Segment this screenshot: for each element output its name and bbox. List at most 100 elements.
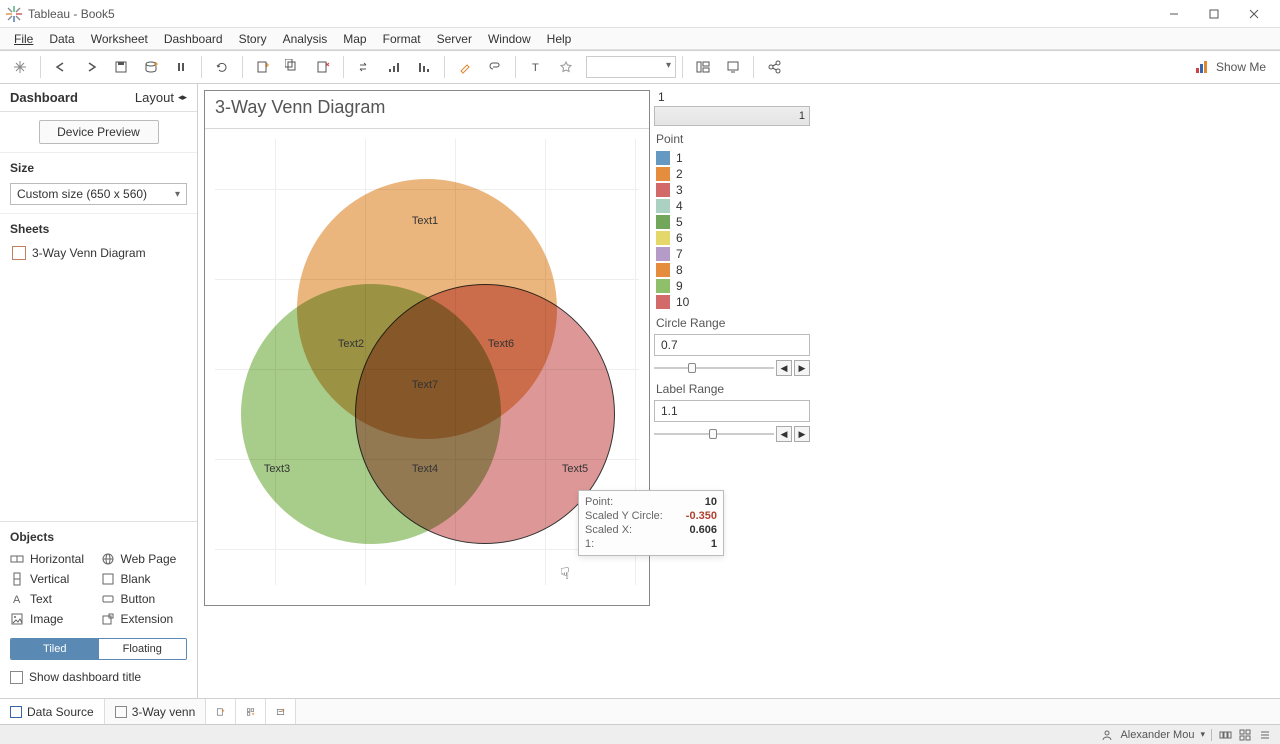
tableau-home-icon[interactable] <box>6 53 34 81</box>
floating-segment[interactable]: Floating <box>99 639 187 659</box>
menu-data[interactable]: Data <box>41 29 82 49</box>
legend-item[interactable]: 6 <box>654 230 810 246</box>
objects-label: Objects <box>0 522 197 548</box>
tooltip: Point:10Scaled Y Circle:-0.350Scaled X:0… <box>578 490 724 556</box>
circle-range-input[interactable]: 0.7 <box>654 334 810 356</box>
object-image[interactable]: Image <box>10 610 97 628</box>
menu-analysis[interactable]: Analysis <box>275 29 336 49</box>
sheet-tabs: Data Source 3-Way venn <box>0 698 1280 724</box>
tab-dashboard[interactable]: Dashboard <box>10 90 78 105</box>
new-worksheet-tab[interactable] <box>206 699 236 724</box>
legend-item[interactable]: 1 <box>654 150 810 166</box>
tableau-logo <box>6 6 22 22</box>
close-button[interactable] <box>1234 3 1274 25</box>
show-title-checkbox[interactable]: Show dashboard title <box>0 666 197 692</box>
param-1-field[interactable]: 1 <box>654 106 810 126</box>
label-range-slider[interactable] <box>654 427 774 441</box>
favorite-button[interactable] <box>552 53 580 81</box>
circle-range-inc[interactable]: ▶ <box>794 360 810 376</box>
legend-item[interactable]: 3 <box>654 182 810 198</box>
clear-button[interactable] <box>309 53 337 81</box>
legend-item[interactable]: 2 <box>654 166 810 182</box>
menu-file[interactable]: File <box>6 29 41 49</box>
menu-format[interactable]: Format <box>375 29 429 49</box>
share-button[interactable] <box>760 53 788 81</box>
show-cards-button[interactable] <box>689 53 717 81</box>
sort-desc-button[interactable] <box>410 53 438 81</box>
legend-item[interactable]: 5 <box>654 214 810 230</box>
menu-help[interactable]: Help <box>539 29 580 49</box>
menu-server[interactable]: Server <box>429 29 480 49</box>
tab-data-source[interactable]: Data Source <box>0 699 105 724</box>
refresh-button[interactable] <box>208 53 236 81</box>
legend-item[interactable]: 8 <box>654 262 810 278</box>
object-extension[interactable]: Extension <box>101 610 188 628</box>
legend-item[interactable]: 9 <box>654 278 810 294</box>
object-webpage[interactable]: Web Page <box>101 550 188 568</box>
text-annotate-button[interactable]: T <box>522 53 550 81</box>
size-label: Size <box>0 153 197 179</box>
menu-window[interactable]: Window <box>480 29 539 49</box>
object-vertical[interactable]: Vertical <box>10 570 97 588</box>
object-horizontal[interactable]: Horizontal <box>10 550 97 568</box>
swatch-icon <box>656 167 670 181</box>
show-me-button[interactable]: Show Me <box>1186 59 1274 75</box>
menu-worksheet[interactable]: Worksheet <box>83 29 156 49</box>
window-title: Tableau - Book5 <box>28 7 1154 21</box>
maximize-button[interactable] <box>1194 3 1234 25</box>
label-range-input[interactable]: 1.1 <box>654 400 810 422</box>
datasource-icon <box>10 706 22 718</box>
legend-item[interactable]: 10 <box>654 294 810 310</box>
venn-circle-c[interactable] <box>355 284 615 544</box>
show-me-label: Show Me <box>1216 60 1266 74</box>
object-blank[interactable]: Blank <box>101 570 188 588</box>
presentation-button[interactable] <box>719 53 747 81</box>
tab-sheet-1[interactable]: 3-Way venn <box>105 699 207 724</box>
device-preview-button[interactable]: Device Preview <box>39 120 159 144</box>
label-range-dec[interactable]: ◀ <box>776 426 792 442</box>
sheets-label: Sheets <box>0 214 197 240</box>
menubar: File Data Worksheet Dashboard Story Anal… <box>0 28 1280 50</box>
redo-button[interactable] <box>77 53 105 81</box>
duplicate-button[interactable] <box>279 53 307 81</box>
toolbar: T Show Me <box>0 50 1280 84</box>
menu-dashboard[interactable]: Dashboard <box>156 29 231 49</box>
object-button[interactable]: Button <box>101 590 188 608</box>
list-icon[interactable] <box>1258 728 1272 742</box>
tiled-floating-toggle[interactable]: Tiled Floating <box>10 638 187 660</box>
new-dashboard-tab[interactable] <box>236 699 266 724</box>
size-select[interactable]: Custom size (650 x 560) <box>10 183 187 205</box>
circle-range-slider[interactable] <box>654 361 774 375</box>
tiled-segment[interactable]: Tiled <box>11 639 99 659</box>
fit-dropdown[interactable] <box>586 56 676 78</box>
user-icon <box>1100 728 1114 742</box>
swatch-icon <box>656 215 670 229</box>
swatch-icon <box>656 263 670 277</box>
circle-range-dec[interactable]: ◀ <box>776 360 792 376</box>
sort-asc-button[interactable] <box>380 53 408 81</box>
menu-map[interactable]: Map <box>335 29 374 49</box>
undo-button[interactable] <box>47 53 75 81</box>
save-button[interactable] <box>107 53 135 81</box>
tab-layout[interactable]: Layout◂▸ <box>135 90 187 105</box>
attach-button[interactable] <box>481 53 509 81</box>
viz-title: 3-Way Venn Diagram <box>205 91 649 129</box>
legend-item[interactable]: 4 <box>654 198 810 214</box>
highlight-button[interactable] <box>451 53 479 81</box>
swap-button[interactable] <box>350 53 378 81</box>
grid-icon[interactable] <box>1238 728 1252 742</box>
minimize-button[interactable] <box>1154 3 1194 25</box>
new-worksheet-button[interactable] <box>249 53 277 81</box>
status-user[interactable]: Alexander Mou <box>1120 729 1194 741</box>
label-range-inc[interactable]: ▶ <box>794 426 810 442</box>
legend-item[interactable]: 7 <box>654 246 810 262</box>
new-data-button[interactable] <box>137 53 165 81</box>
object-text[interactable]: AText <box>10 590 97 608</box>
pause-refresh-button[interactable] <box>167 53 195 81</box>
cursor-icon: ☟ <box>560 564 570 584</box>
new-story-tab[interactable] <box>266 699 296 724</box>
venn-label-4: Text4 <box>412 463 438 475</box>
sheet-item[interactable]: 3-Way Venn Diagram <box>10 242 187 264</box>
filmstrip-icon[interactable] <box>1218 728 1232 742</box>
menu-story[interactable]: Story <box>231 29 275 49</box>
